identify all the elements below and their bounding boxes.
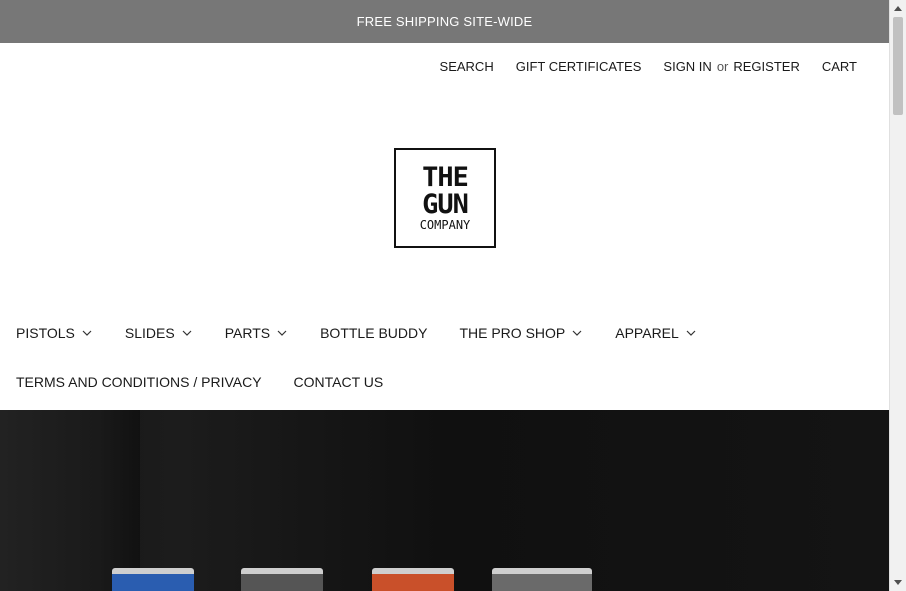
utility-nav: SEARCH GIFT CERTIFICATES SIGN IN or REGI…: [418, 59, 857, 74]
chevron-down-icon: [181, 327, 193, 339]
scroll-down-icon[interactable]: [894, 580, 902, 585]
scroll-up-icon[interactable]: [894, 6, 902, 11]
pistol-image-silver: [492, 568, 592, 591]
pistol-image-gray: [241, 568, 323, 591]
nav-row-2: TERMS AND CONDITIONS / PRIVACY CONTACT US: [16, 371, 729, 393]
nav-item-label: THE PRO SHOP: [459, 325, 566, 341]
nav-item-label: TERMS AND CONDITIONS / PRIVACY: [16, 374, 262, 390]
nav-item-slides[interactable]: SLIDES: [125, 325, 193, 341]
chevron-down-icon: [685, 327, 697, 339]
nav-row-1: PISTOLS SLIDES PARTS BOTTLE BUDDY THE PRO SH…: [16, 322, 729, 344]
nav-item-the-pro-shop[interactable]: THE PRO SHOP: [459, 325, 583, 341]
pistol-image-orange: [372, 568, 454, 591]
logo-line-1: THE: [422, 161, 469, 193]
search-link[interactable]: SEARCH: [440, 59, 494, 74]
banner-text: FREE SHIPPING SITE-WIDE: [356, 14, 533, 29]
or-text: or: [716, 59, 729, 74]
nav-item-apparel[interactable]: APPAREL: [615, 325, 697, 341]
logo-line-3: COMPANY: [419, 217, 471, 232]
scroll-thumb[interactable]: [893, 17, 903, 115]
nav-item-bottle-buddy[interactable]: BOTTLE BUDDY: [320, 325, 427, 341]
cart-link[interactable]: CART: [822, 59, 857, 74]
nav-item-pistols[interactable]: PISTOLS: [16, 325, 93, 341]
nav-item-label: SLIDES: [124, 325, 175, 341]
nav-item-contact-us[interactable]: CONTACT US: [294, 374, 384, 390]
chevron-down-icon: [81, 327, 93, 339]
register-link[interactable]: REGISTER: [733, 59, 799, 74]
nav-item-terms-and-conditions-privacy[interactable]: TERMS AND CONDITIONS / PRIVACY: [16, 374, 262, 390]
page-scrollbar[interactable]: [889, 0, 906, 591]
chevron-down-icon: [276, 327, 288, 339]
account-links: SIGN IN or REGISTER: [663, 59, 799, 74]
logo-line-2: GUN: [422, 188, 469, 220]
sign-in-link[interactable]: SIGN IN: [663, 59, 711, 74]
nav-item-label: CONTACT US: [293, 374, 384, 390]
main-nav: PISTOLS SLIDES PARTS BOTTLE BUDDY THE PRO SH…: [16, 322, 729, 393]
hero-banner[interactable]: [0, 410, 889, 591]
nav-item-label: BOTTLE BUDDY: [320, 325, 428, 341]
nav-item-label: APPAREL: [615, 325, 679, 341]
hero-wall: [0, 410, 140, 591]
pistol-image-blue: [112, 568, 194, 591]
gift-certificates-link[interactable]: GIFT CERTIFICATES: [516, 59, 642, 74]
site-logo[interactable]: THE GUN COMPANY: [394, 148, 496, 248]
chevron-down-icon: [571, 327, 583, 339]
nav-item-parts[interactable]: PARTS: [225, 325, 288, 341]
nav-item-label: PISTOLS: [16, 325, 75, 341]
page: FREE SHIPPING SITE-WIDE SEARCH GIFT CERT…: [0, 0, 889, 591]
shipping-banner: FREE SHIPPING SITE-WIDE: [0, 0, 889, 43]
nav-item-label: PARTS: [224, 325, 271, 341]
